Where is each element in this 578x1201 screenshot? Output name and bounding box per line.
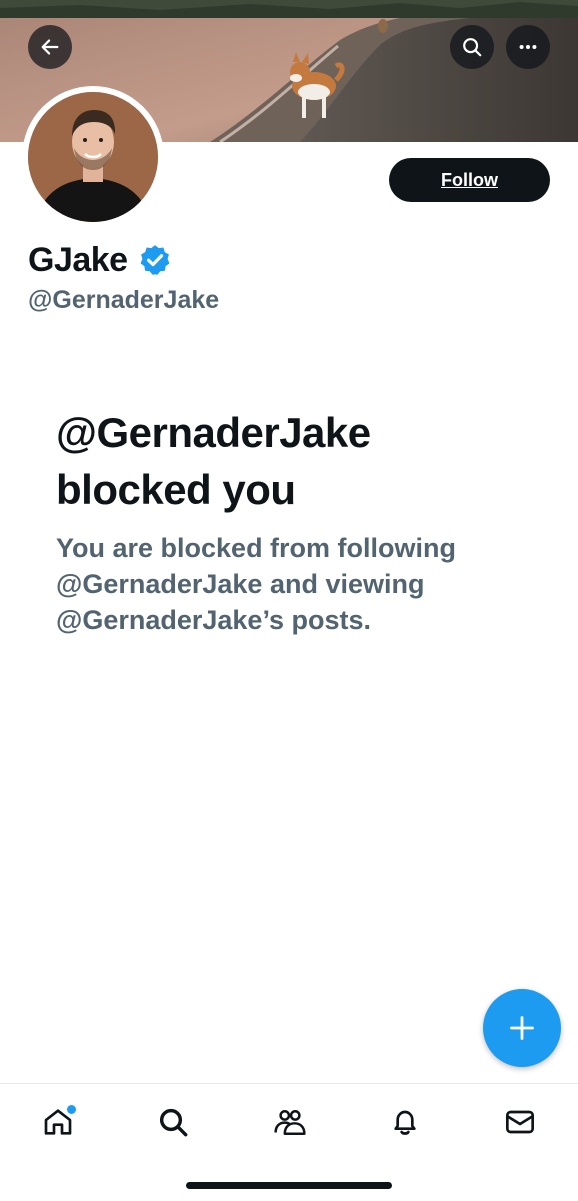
nav-communities[interactable] <box>265 1102 315 1142</box>
avatar-image <box>28 92 158 222</box>
search-icon <box>159 1108 188 1137</box>
nav-home[interactable] <box>33 1102 83 1142</box>
nav-notifications[interactable] <box>380 1102 430 1142</box>
search-button[interactable] <box>450 25 494 69</box>
bottom-navigation <box>0 1083 578 1201</box>
home-indicator <box>186 1182 392 1189</box>
mail-icon <box>506 1110 534 1134</box>
nav-search[interactable] <box>148 1102 198 1142</box>
profile-name-row: GJake <box>28 238 172 282</box>
profile-avatar[interactable] <box>22 86 164 228</box>
plus-icon <box>510 1016 534 1040</box>
back-button[interactable] <box>28 25 72 69</box>
more-options-button[interactable] <box>506 25 550 69</box>
more-horizontal-icon <box>519 44 537 50</box>
search-icon <box>463 38 482 57</box>
arrow-left-icon <box>41 39 59 55</box>
blocked-title: @GernaderJake blocked you <box>56 409 371 513</box>
display-name: GJake <box>28 240 128 279</box>
nav-messages[interactable] <box>495 1102 545 1142</box>
compose-post-button[interactable] <box>483 989 561 1067</box>
follow-button[interactable]: Follow <box>389 158 550 202</box>
profile-handle: @GernaderJake <box>28 286 220 314</box>
verified-badge-icon[interactable] <box>138 243 172 277</box>
bell-icon <box>394 1110 416 1135</box>
communities-icon <box>274 1110 306 1136</box>
blocked-message: You are blocked from following @Gernader… <box>56 533 457 635</box>
notification-dot <box>65 1103 78 1116</box>
